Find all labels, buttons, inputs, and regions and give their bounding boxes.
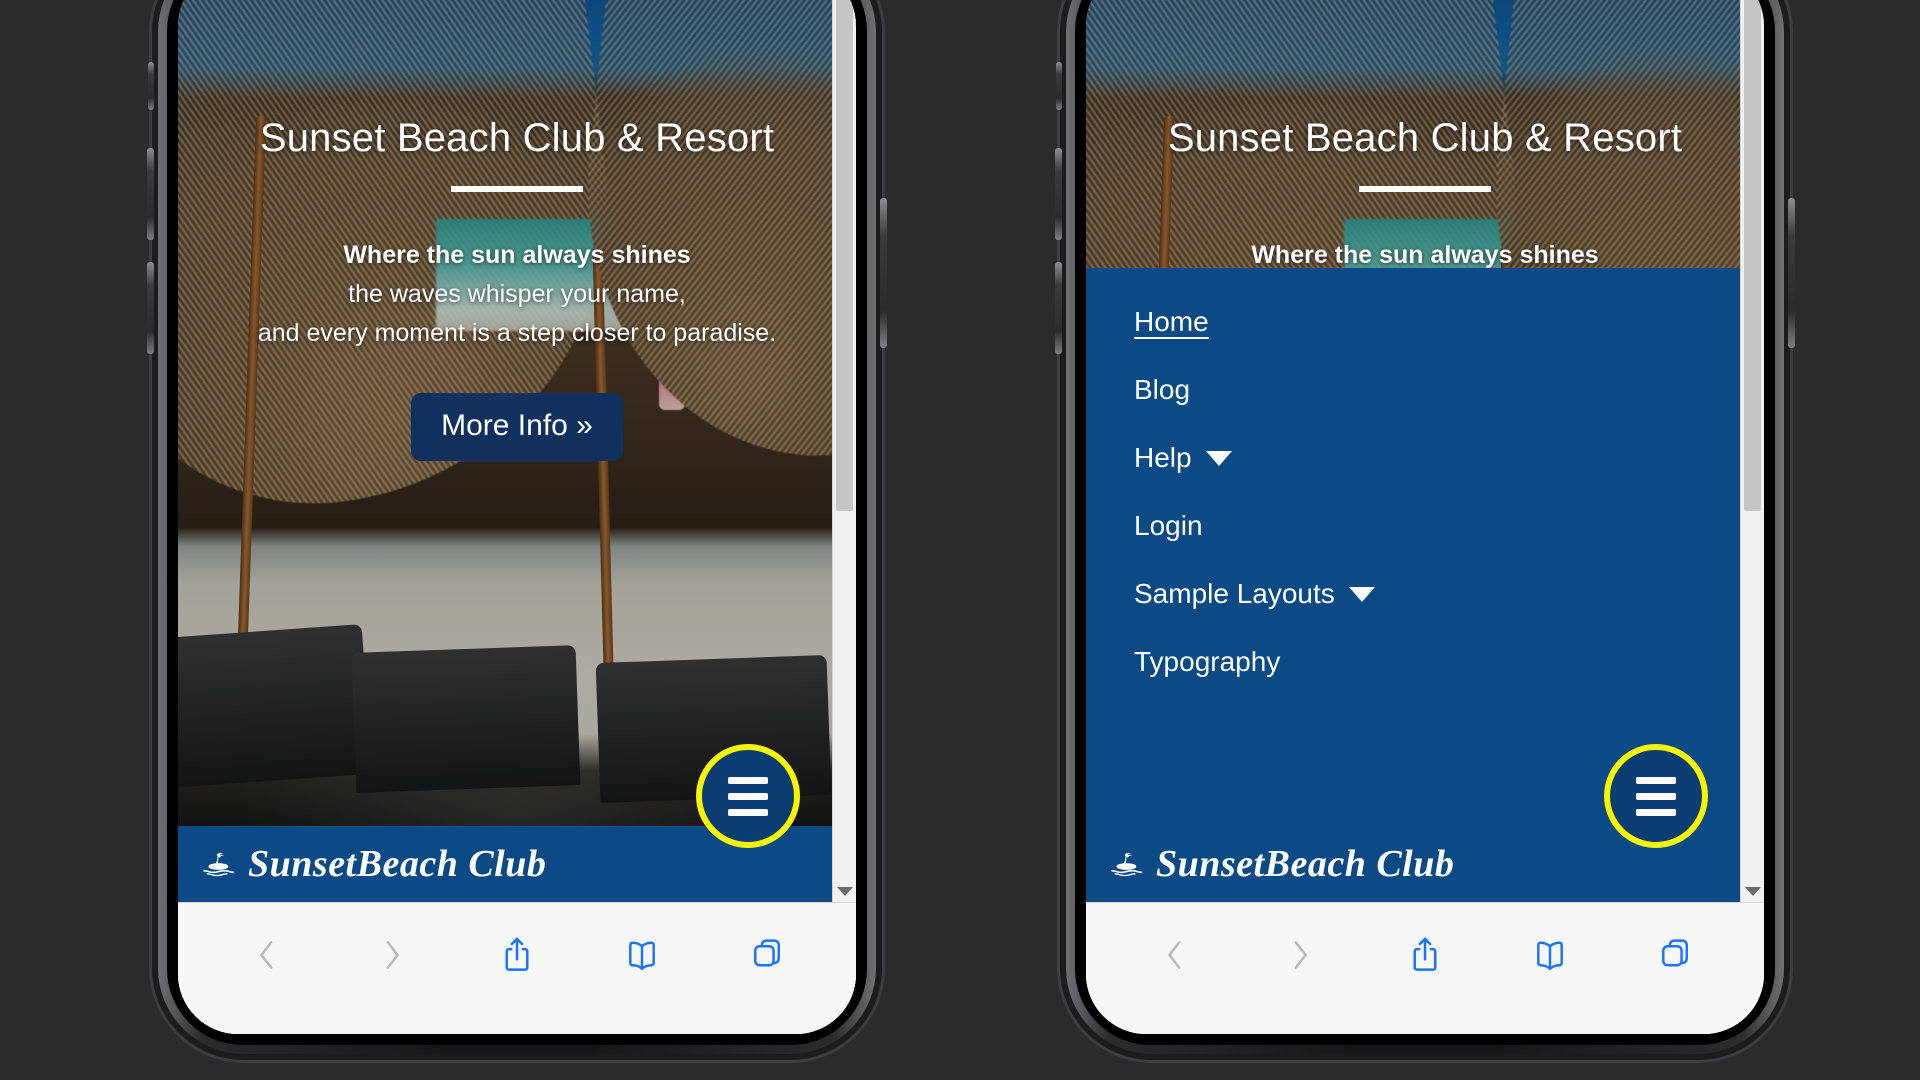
- hero-subtitle-line-1: Where the sun always shines: [343, 241, 691, 269]
- power-button[interactable]: [880, 198, 887, 348]
- nav-item-label: Help: [1134, 442, 1192, 473]
- volume-down-button[interactable]: [147, 262, 154, 354]
- chevron-down-icon: [1348, 586, 1375, 602]
- nav-item-typography[interactable]: Typography: [1134, 634, 1280, 702]
- site-logo-text: SunsetBeach Club: [248, 843, 547, 885]
- bookmarks-button[interactable]: [1527, 932, 1573, 978]
- nav-item-help[interactable]: Help: [1134, 430, 1232, 498]
- share-button[interactable]: [1402, 932, 1448, 978]
- nav-item-login[interactable]: Login: [1134, 498, 1203, 566]
- scroll-down-arrow-icon[interactable]: [1744, 887, 1761, 896]
- cta-container: More Info »: [178, 393, 856, 461]
- safari-viewport: Sunset Beach Club & Resort Where the sun…: [178, 0, 856, 1034]
- phone-left: Sunset Beach Club & Resort Where the sun…: [147, 0, 887, 1060]
- hamburger-bar: [1636, 808, 1676, 816]
- nav-item-label: Sample Layouts: [1134, 578, 1335, 609]
- forward-button[interactable]: [369, 932, 415, 978]
- silent-switch[interactable]: [148, 62, 154, 110]
- title-underline-rule: [1359, 186, 1491, 192]
- site-logo[interactable]: SunsetBeach Club: [1108, 842, 1454, 886]
- screenshot-canvas: Sunset Beach Club & Resort Where the sun…: [0, 0, 1920, 1080]
- power-button[interactable]: [1788, 198, 1795, 348]
- page-scrollbar-thumb[interactable]: [836, 0, 853, 511]
- palm-island-icon: [203, 852, 235, 877]
- site-logo-text: SunsetBeach Club: [1156, 843, 1455, 885]
- volume-up-button[interactable]: [147, 148, 154, 240]
- nav-item-blog[interactable]: Blog: [1134, 362, 1190, 430]
- more-info-button[interactable]: More Info »: [411, 393, 623, 461]
- page-scrollbar-thumb[interactable]: [1744, 0, 1761, 511]
- chevron-right-icon: [1294, 940, 1307, 969]
- chevron-right-icon: [386, 940, 399, 969]
- site-logo[interactable]: SunsetBeach Club: [200, 842, 546, 886]
- title-underline-rule: [451, 186, 583, 192]
- share-icon: [505, 937, 529, 971]
- hero-title: Sunset Beach Club & Resort: [1167, 116, 1683, 160]
- back-button[interactable]: [244, 932, 290, 978]
- silent-switch[interactable]: [1056, 62, 1062, 110]
- hamburger-menu-button[interactable]: [696, 744, 800, 848]
- hamburger-bar: [1636, 792, 1676, 800]
- page-scrollbar[interactable]: [832, 0, 856, 902]
- chevron-down-icon: [1205, 450, 1232, 466]
- tabs-icon: [1662, 938, 1689, 967]
- chevron-left-icon: [259, 940, 273, 969]
- hero-text-block: Sunset Beach Club & Resort Where the sun…: [178, 0, 856, 461]
- nav-item-label: Blog: [1134, 374, 1191, 405]
- hero-subtitle: Where the sun always shines the waves wh…: [178, 236, 856, 353]
- bookmarks-button[interactable]: [619, 932, 665, 978]
- hero-text-block: Sunset Beach Club & Resort Where the sun…: [1086, 0, 1764, 275]
- nav-item-label: Login: [1134, 510, 1203, 541]
- scroll-down-arrow-icon[interactable]: [836, 887, 853, 896]
- hamburger-bar: [1636, 776, 1676, 784]
- hero-subtitle-line-2: the waves whisper your name,: [348, 280, 686, 308]
- page-scrollbar[interactable]: [1740, 0, 1764, 902]
- nav-item-home[interactable]: Home: [1134, 294, 1209, 362]
- tabs-icon: [754, 938, 781, 967]
- tabs-button[interactable]: [1652, 932, 1698, 978]
- phone-screen: Sunset Beach Club & Resort Where the sun…: [178, 0, 856, 1034]
- tabs-button[interactable]: [744, 932, 790, 978]
- nav-item-sample-layouts[interactable]: Sample Layouts: [1134, 566, 1375, 634]
- volume-down-button[interactable]: [1055, 262, 1062, 354]
- share-icon: [1413, 937, 1437, 971]
- hamburger-menu-button[interactable]: [1604, 744, 1708, 848]
- hamburger-bar: [728, 808, 768, 816]
- hero-subtitle-line-3: and every moment is a step closer to par…: [257, 319, 777, 347]
- nav-item-label: Home: [1134, 306, 1209, 337]
- share-button[interactable]: [494, 932, 540, 978]
- safari-toolbar: [178, 902, 856, 1034]
- hero-title: Sunset Beach Club & Resort: [259, 116, 775, 160]
- safari-toolbar: [1086, 902, 1764, 1034]
- safari-viewport: Sunset Beach Club & Resort Where the sun…: [1086, 0, 1764, 1034]
- volume-up-button[interactable]: [1055, 148, 1062, 240]
- chevron-left-icon: [1167, 940, 1181, 969]
- book-icon: [629, 940, 656, 970]
- book-icon: [1537, 940, 1564, 970]
- hamburger-bar: [728, 792, 768, 800]
- forward-button[interactable]: [1277, 932, 1323, 978]
- palm-island-icon: [1111, 852, 1143, 877]
- nav-item-label: Typography: [1134, 646, 1281, 677]
- phone-right: Sunset Beach Club & Resort Where the sun…: [1055, 0, 1795, 1060]
- back-button[interactable]: [1152, 932, 1198, 978]
- phone-screen: Sunset Beach Club & Resort Where the sun…: [1086, 0, 1764, 1034]
- hamburger-bar: [728, 776, 768, 784]
